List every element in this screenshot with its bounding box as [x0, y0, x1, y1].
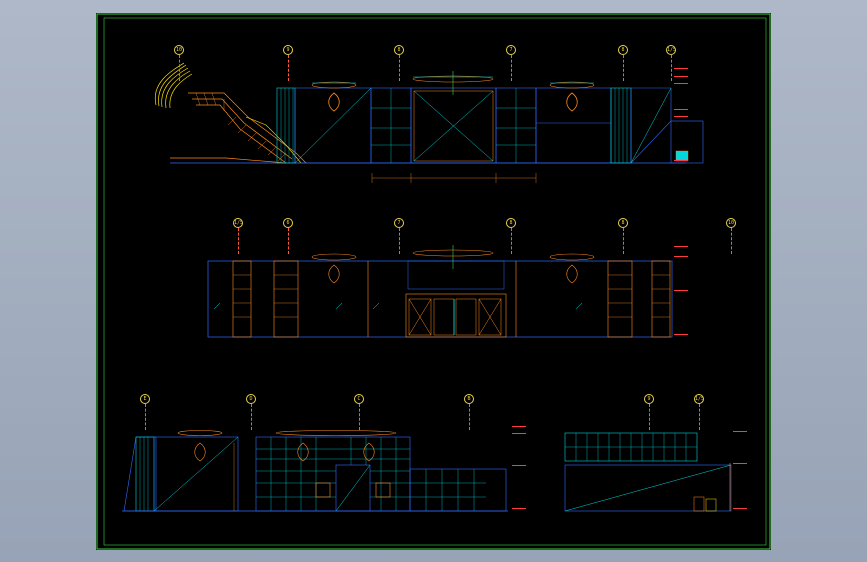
level-marker: [512, 433, 526, 434]
axis-label: 1/5: [694, 394, 704, 404]
level-marker: [674, 83, 688, 84]
level-marker: [512, 508, 526, 509]
elevation-3: [122, 430, 508, 512]
axis-marker: 10: [726, 218, 736, 254]
axis-marker: C: [354, 394, 364, 430]
axis-label: B: [464, 394, 474, 404]
axis-label: 10: [174, 45, 184, 55]
level-marker: [674, 334, 688, 335]
axis-marker: 9: [644, 394, 654, 430]
axis-label: 9: [283, 45, 293, 55]
axis-marker: 1/5: [233, 218, 243, 254]
axis-marker: 7: [506, 45, 516, 81]
axis-marker: E: [140, 394, 150, 430]
axis-label: D: [246, 394, 256, 404]
drawing-sheet: 10 9 8 7 8 1/5 1/5 6 7 8 8 10 E D C B 9 …: [96, 13, 771, 550]
axis-label: 8: [618, 218, 628, 228]
level-marker: [512, 426, 526, 427]
axis-label: 6: [283, 218, 293, 228]
axis-marker: 7: [394, 218, 404, 254]
axis-marker: B: [464, 394, 474, 430]
axis-marker: 10: [174, 45, 184, 81]
axis-label: 1/5: [666, 45, 676, 55]
axis-label: 10: [726, 218, 736, 228]
level-marker: [674, 116, 688, 117]
axis-marker: 8: [618, 218, 628, 254]
level-marker: [733, 431, 747, 432]
axis-marker: D: [246, 394, 256, 430]
axis-label: 7: [394, 218, 404, 228]
axis-label: E: [140, 394, 150, 404]
axis-marker: 8: [618, 45, 628, 81]
axis-label: 8: [506, 218, 516, 228]
axis-marker: 9: [283, 45, 293, 81]
level-marker: [674, 76, 688, 77]
axis-label: 9: [644, 394, 654, 404]
axis-label: 8: [618, 45, 628, 55]
level-marker: [674, 68, 688, 69]
level-marker: [674, 109, 688, 110]
level-marker: [674, 290, 688, 291]
axis-marker: 8: [506, 218, 516, 254]
axis-label: C: [354, 394, 364, 404]
elevation-2: [207, 245, 673, 338]
axis-label: 8: [394, 45, 404, 55]
level-marker: [674, 160, 688, 161]
level-marker: [733, 508, 747, 509]
axis-marker: 1/5: [694, 394, 704, 430]
level-marker: [674, 246, 688, 247]
axis-marker: 6: [283, 218, 293, 254]
elevation-1: [154, 62, 704, 183]
axis-label: 1/5: [233, 218, 243, 228]
level-marker: [674, 256, 688, 257]
axis-label: 7: [506, 45, 516, 55]
level-marker: [733, 463, 747, 464]
level-marker: [512, 465, 526, 466]
elevation-4: [564, 432, 732, 512]
axis-marker: 8: [394, 45, 404, 81]
